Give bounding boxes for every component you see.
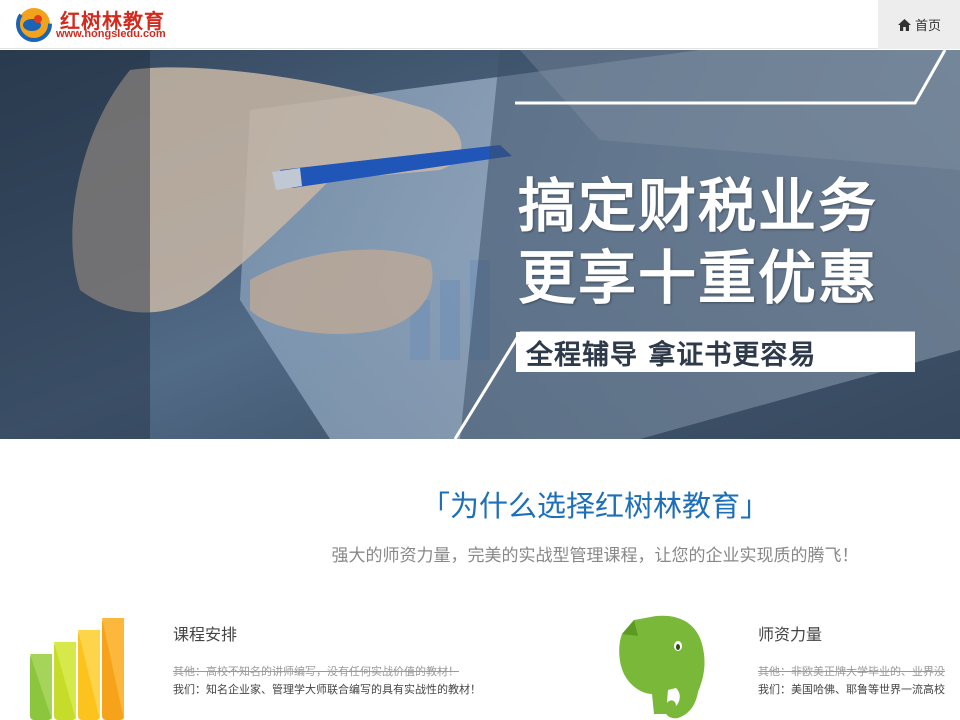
banner-subline-box: 全程辅导 拿证书更容易: [516, 332, 915, 372]
hero-banner[interactable]: 搞定财税业务 更享十重优惠 全程辅导 拿证书更容易: [0, 50, 960, 439]
feature-title-teachers: 师资力量: [758, 625, 823, 644]
logo-emblem-icon: [16, 6, 52, 42]
feature-text-teachers: 其他：非欧美正牌大学毕业的、业界没 我们：美国哈佛、耶鲁等世界一流高校: [758, 663, 945, 699]
site-logo[interactable]: 红树林教育 www.hongsledu.com: [16, 4, 186, 44]
top-navigation-bar: 红树林教育 www.hongsledu.com 首页: [0, 0, 960, 49]
section-title: 「为什么选择红树林教育」: [420, 489, 769, 523]
feature-teachers-other: 其他：非欧美正牌大学毕业的、业界没: [758, 665, 945, 678]
section-subtitle: 强大的师资力量，完美的实战型管理课程，让您的企业实现质的腾飞！: [331, 546, 859, 566]
bar-chart-icon: [30, 618, 124, 720]
feature-title-courses: 课程安排: [173, 625, 238, 644]
banner-subline: 全程辅导 拿证书更容易: [526, 339, 817, 371]
home-icon: [897, 18, 911, 31]
feature-teachers-ours: 我们：美国哈佛、耶鲁等世界一流高校: [758, 683, 945, 696]
feature-courses-ours: 我们：知名企业家、管理学大师联合编写的具有实战性的教材！: [173, 683, 481, 696]
feature-text-courses: 其他：高校不知名的讲师编写，没有任何实战价值的教材！ 我们：知名企业家、管理学大…: [173, 663, 481, 699]
home-label: 首页: [914, 19, 941, 34]
logo-url: www.hongsledu.com: [56, 28, 166, 40]
home-button[interactable]: 首页: [878, 0, 960, 49]
banner-headline: 搞定财税业务 更享十重优惠: [518, 170, 918, 314]
feature-courses-other: 其他：高校不知名的讲师编写，没有任何实战价值的教材！: [173, 665, 459, 678]
banner-headline-line-2: 更享十重优惠: [518, 244, 879, 312]
elephant-icon: [619, 615, 705, 719]
banner-headline-line-1: 搞定财税业务: [518, 172, 879, 240]
